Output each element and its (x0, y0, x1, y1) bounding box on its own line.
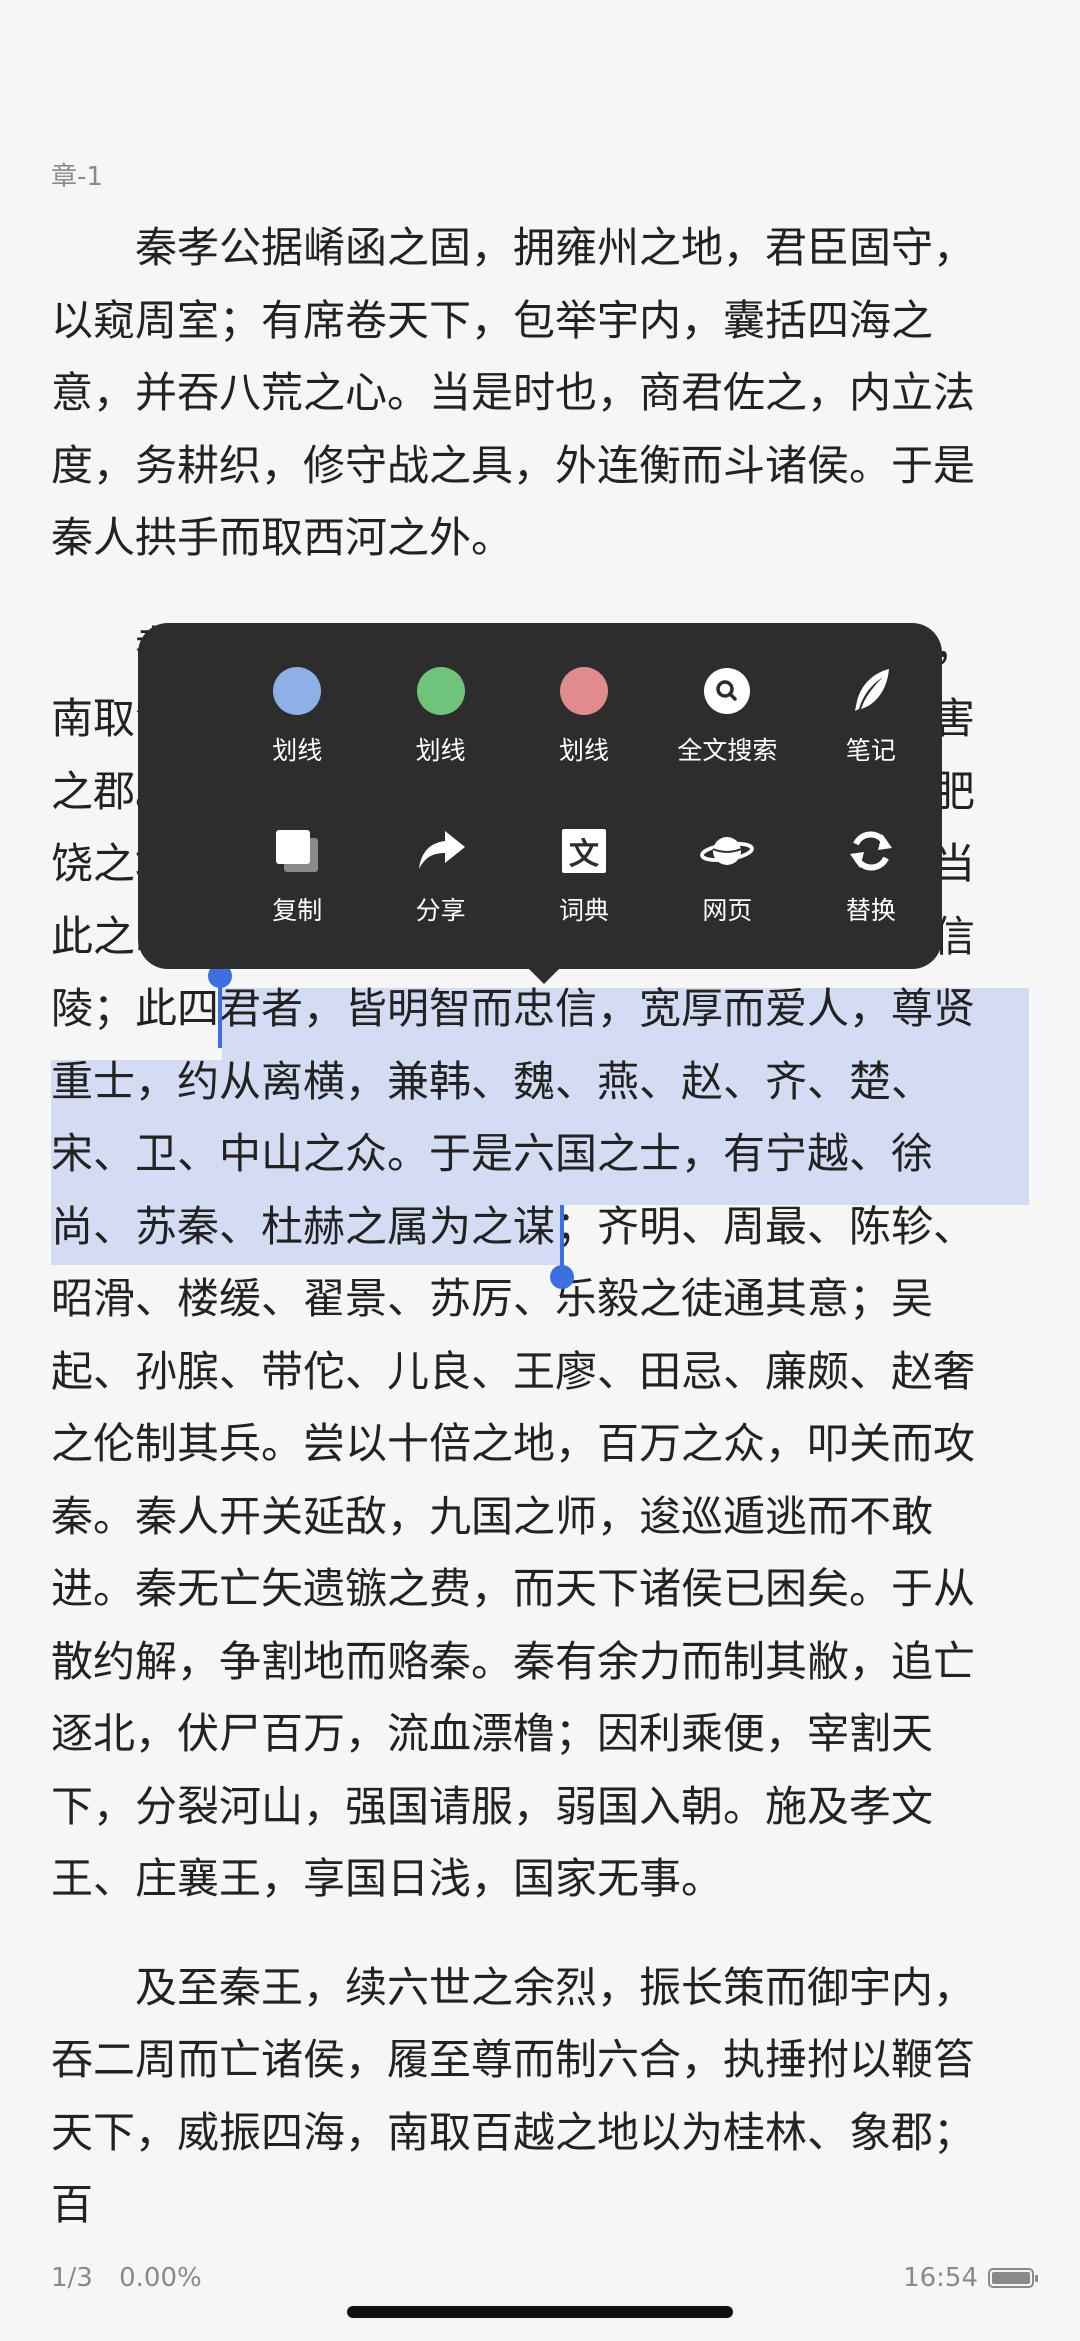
home-indicator[interactable] (347, 2306, 733, 2318)
blue-highlight-dot-icon (273, 667, 322, 715)
selection-start-caret (218, 978, 222, 1048)
copy-button[interactable]: 复制 (226, 823, 368, 927)
note-button[interactable]: 笔记 (800, 663, 942, 767)
menu-row-actions: 复制 分享 文 词典 网页 替换 (138, 823, 942, 927)
menu-row-highlight: 划线 划线 划线 全文搜索 笔记 (138, 663, 942, 767)
replace-button[interactable]: 替换 (800, 823, 942, 927)
web-button[interactable]: 网页 (656, 823, 798, 927)
menu-pointer (526, 966, 562, 984)
red-highlight-dot-icon (560, 667, 609, 715)
highlight-blue-button[interactable]: 划线 (226, 663, 368, 767)
feather-icon (843, 663, 899, 719)
selection-end-handle[interactable] (550, 1265, 574, 1289)
highlight-green-button[interactable]: 划线 (369, 663, 511, 767)
planet-icon (699, 823, 755, 879)
dictionary-icon: 文 (556, 823, 612, 879)
search-icon (699, 663, 755, 719)
copy-icon (269, 823, 325, 879)
full-text-search-button[interactable]: 全文搜索 (656, 663, 798, 767)
highlight-red-button[interactable]: 划线 (513, 663, 655, 767)
share-icon (413, 823, 469, 879)
selection-context-menu: 划线 划线 划线 全文搜索 笔记 复制 分享 文 词典 网页 替换 (138, 623, 942, 969)
paragraph-3: 及至秦王，续六世之余烈，振长策而御宇内，吞二周而亡诸侯，履至尊而制六合，执捶拊以… (51, 1962, 976, 2230)
green-highlight-dot-icon (416, 667, 465, 715)
battery-icon (988, 2268, 1038, 2288)
share-button[interactable]: 分享 (369, 823, 511, 927)
paragraph-1: 秦孝公据崤函之固，拥雍州之地，君臣固守，以窥周室；有席卷天下，包举宇内，囊括四海… (51, 223, 976, 562)
chapter-label: 章-1 (51, 162, 103, 192)
refresh-icon (843, 823, 899, 879)
reader-content[interactable]: 秦孝公据崤函之固，拥雍州之地，君臣固守，以窥周室；有席卷天下，包举宇内，囊括四海… (51, 212, 991, 2278)
dictionary-button[interactable]: 文 词典 (513, 823, 655, 927)
